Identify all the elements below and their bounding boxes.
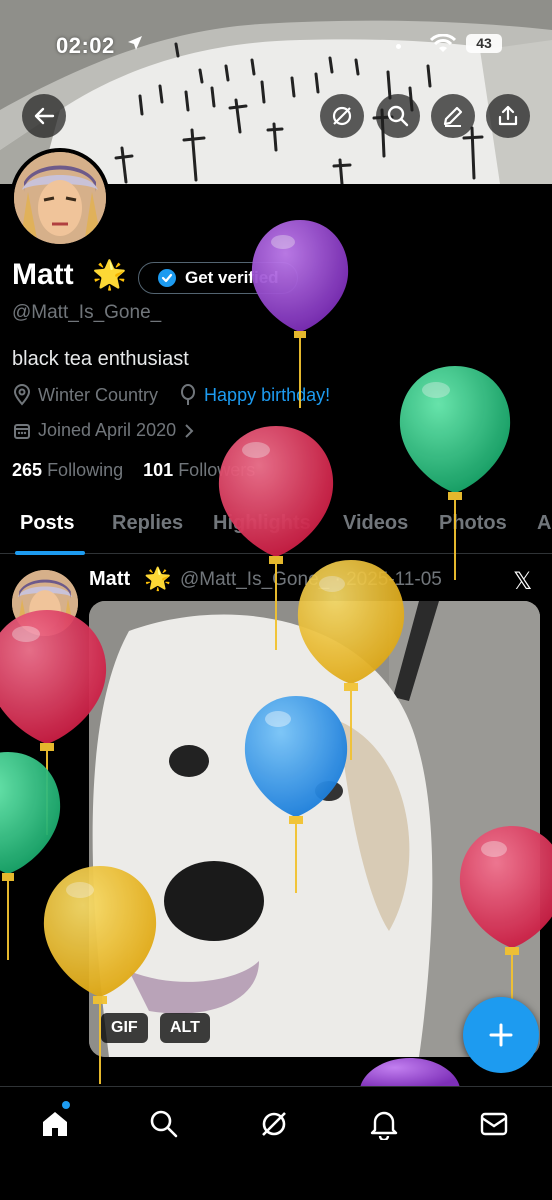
post-media-gif[interactable] (89, 601, 540, 1057)
plus-icon (489, 1023, 513, 1047)
compose-post-button[interactable] (463, 997, 539, 1073)
followers-count: 101 (143, 460, 174, 480)
gif-badge: GIF (101, 1013, 148, 1043)
home-notification-dot (62, 1101, 70, 1109)
post-handle-date: @Matt_Is_Gone_ · 2025-11-05 (180, 569, 442, 590)
profile-meta-row: Winter Country Happy birthday! (12, 384, 330, 406)
share-icon (498, 105, 518, 126)
notifications-icon (370, 1111, 398, 1140)
chevron-right-icon (185, 423, 194, 438)
profile-tabs: Posts Replies Highlights Videos Photos A (0, 502, 552, 555)
nav-notifications[interactable] (364, 1104, 404, 1144)
dog-gif-image (89, 601, 540, 1057)
grok-button[interactable] (320, 94, 364, 138)
edit-profile-button[interactable] (431, 94, 475, 138)
grok-icon (262, 1112, 286, 1136)
alt-badge[interactable]: ALT (160, 1013, 210, 1043)
status-time: 02:02 (56, 33, 115, 58)
followers-link[interactable]: 101 Followers (143, 460, 255, 480)
get-verified-label: Get verified (185, 268, 279, 287)
tab-replies[interactable]: Replies (112, 512, 183, 535)
profile-bio: black tea enthusiast (12, 348, 189, 370)
edit-icon (443, 106, 463, 127)
calendar-icon (14, 423, 30, 439)
nav-home[interactable] (35, 1104, 75, 1144)
tab-posts[interactable]: Posts (20, 512, 74, 535)
messages-icon (480, 1112, 508, 1136)
status-indicator-dot (396, 44, 401, 49)
get-verified-button[interactable]: Get verified (138, 262, 298, 294)
display-name: Matt (12, 258, 74, 291)
tab-articles[interactable]: A (537, 512, 551, 535)
tab-photos[interactable]: Photos (439, 512, 507, 535)
balloon-icon (181, 384, 196, 405)
share-button[interactable] (486, 94, 530, 138)
x-logo-icon: 𝕏 (513, 568, 533, 595)
following-count: 265 (12, 460, 43, 480)
home-icon (43, 1112, 67, 1136)
bottom-navigation (0, 1086, 552, 1200)
following-label: Following (47, 460, 124, 480)
following-link[interactable]: 265 Following (12, 460, 123, 480)
profile-location: Winter Country (38, 384, 159, 405)
active-tab-indicator (15, 551, 85, 555)
star-emoji-icon: 🌟 (92, 259, 127, 290)
grok-icon (332, 106, 352, 126)
birthday-link[interactable]: Happy birthday! (204, 385, 330, 406)
search-icon (387, 105, 409, 127)
joined-row[interactable]: Joined April 2020 (12, 420, 196, 441)
battery-indicator: 43 (466, 34, 502, 53)
tab-videos[interactable]: Videos (343, 512, 408, 535)
follow-stats: 265 Following 101 Followers (12, 460, 255, 481)
post-author-name[interactable]: Matt (89, 568, 130, 591)
profile-avatar[interactable] (10, 148, 110, 248)
nav-grok[interactable] (254, 1104, 294, 1144)
back-arrow-icon (34, 107, 55, 125)
search-button[interactable] (376, 94, 420, 138)
search-icon (150, 1110, 178, 1138)
joined-date: Joined April 2020 (38, 420, 177, 440)
location-arrow-icon (126, 34, 144, 57)
balloon-purple-top (251, 220, 349, 408)
tab-highlights[interactable]: Highlights (213, 512, 311, 535)
nav-messages[interactable] (474, 1104, 514, 1144)
followers-label: Followers (178, 460, 256, 480)
back-button[interactable] (22, 94, 66, 138)
verified-badge-icon (158, 269, 176, 287)
profile-handle: @Matt_Is_Gone_ (12, 302, 162, 323)
balloon-green-left (0, 752, 61, 960)
post-avatar[interactable] (12, 570, 78, 636)
location-pin-icon (13, 384, 31, 406)
star-emoji-icon: 🌟 (144, 566, 172, 591)
nav-search[interactable] (144, 1104, 184, 1144)
wifi-icon (429, 33, 457, 59)
